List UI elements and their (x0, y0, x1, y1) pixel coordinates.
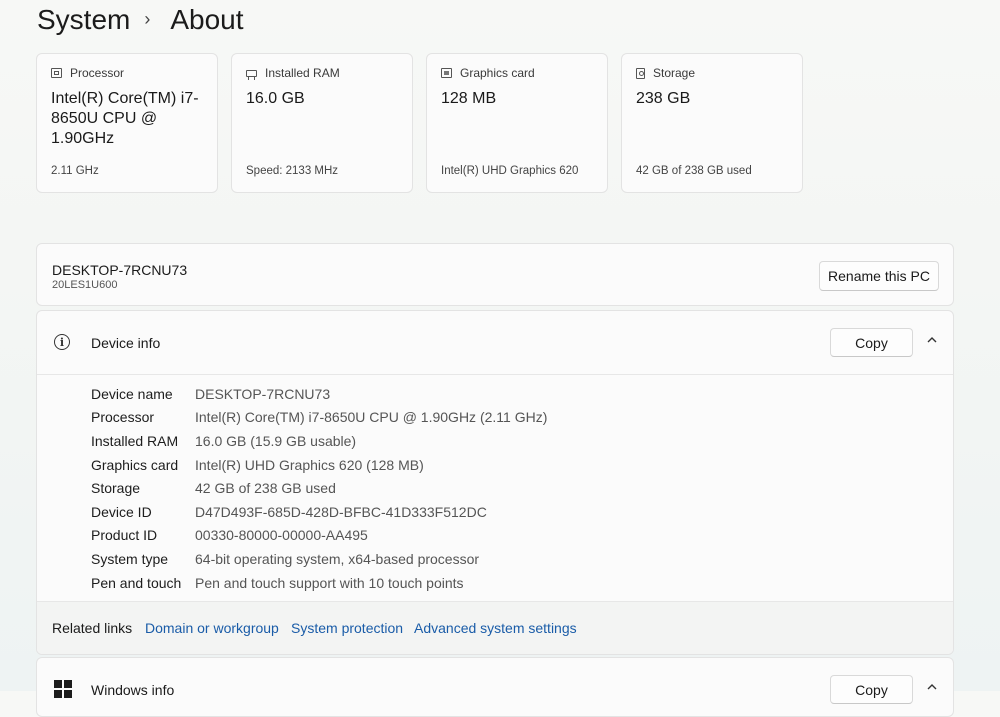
spec-value: Intel(R) UHD Graphics 620 (128 MB) (195, 456, 424, 473)
graphics-card-value: 128 MB (441, 90, 497, 107)
spec-value: Intel(R) Core(TM) i7-8650U CPU @ 1.90GHz… (195, 409, 548, 426)
pc-model: 20LES1U600 (52, 279, 118, 291)
spec-value: 42 GB of 238 GB used (195, 480, 336, 497)
spec-value: DESKTOP-7RCNU73 (195, 385, 331, 402)
processor-card-sub: 2.11 GHz (51, 165, 99, 177)
device-info-header[interactable]: i Device info Copy (37, 311, 953, 375)
spec-label: System type (91, 550, 169, 567)
processor-card-label: Processor (70, 66, 125, 80)
graphics-card-icon (441, 68, 452, 78)
graphics-card-sub: Intel(R) UHD Graphics 620 (441, 165, 579, 177)
spec-row-device-name: Device name DESKTOP-7RCNU73 (91, 382, 547, 406)
spec-row-pen-and-touch: Pen and touch Pen and touch support with … (91, 571, 547, 595)
device-spec-list: Device name DESKTOP-7RCNU73 Processor Inte… (91, 382, 547, 594)
device-info-title: Device info (91, 335, 161, 351)
spec-label: Graphics card (91, 456, 179, 473)
spec-row-storage: Storage 42 GB of 238 GB used (91, 476, 547, 500)
chevron-right-icon: › (144, 8, 151, 29)
windows-info-card[interactable]: Windows info Copy (36, 657, 954, 717)
device-info-card: i Device info Copy Device name DESKTOP-7R… (36, 310, 954, 655)
graphics-card-card: Graphics card 128 MB Intel(R) UHD Graphi… (426, 53, 608, 193)
spec-label: Pen and touch (91, 574, 182, 591)
storage-card: Storage 238 GB 42 GB of 238 GB used (621, 53, 803, 193)
page-title: About (170, 4, 244, 35)
system-protection-link[interactable]: System protection (291, 620, 403, 636)
spec-label: Device ID (91, 503, 152, 520)
storage-card-label: Storage (653, 66, 696, 80)
processor-icon (51, 68, 62, 78)
breadcrumb: System › About (37, 2, 244, 38)
breadcrumb-system[interactable]: System (37, 4, 130, 36)
related-links-label: Related links (52, 620, 133, 636)
spec-row-graphics-card: Graphics card Intel(R) UHD Graphics 620 (… (91, 453, 547, 477)
storage-card-sub: 42 GB of 238 GB used (636, 165, 752, 177)
spec-row-product-id: Product ID 00330-80000-00000-AA495 (91, 524, 547, 548)
ram-card-value: 16.0 GB (246, 90, 305, 107)
spec-row-system-type: System type 64-bit operating system, x64-… (91, 547, 547, 571)
spec-row-processor: Processor Intel(R) Core(TM) i7-8650U CPU … (91, 406, 547, 430)
processor-card-value: Intel(R) Core(TM) i7-8650U CPU @ 1.90GHz (51, 90, 199, 147)
rename-pc-button[interactable]: Rename this PC (819, 261, 939, 291)
chevron-up-icon[interactable] (925, 680, 939, 694)
spec-value: 64-bit operating system, x64-based proce… (195, 550, 480, 567)
ram-card: Installed RAM 16.0 GB Speed: 2133 MHz (231, 53, 413, 193)
advanced-system-settings-link[interactable]: Advanced system settings (414, 620, 577, 636)
spec-label: Processor (91, 409, 155, 426)
graphics-card-label: Graphics card (460, 66, 535, 80)
spec-label: Device name (91, 385, 173, 402)
spec-value: 00330-80000-00000-AA495 (195, 527, 368, 544)
spec-label: Storage (91, 480, 141, 497)
ram-card-label: Installed RAM (265, 66, 340, 80)
windows-info-title: Windows info (91, 682, 175, 698)
ram-icon (246, 69, 257, 79)
spec-row-installed-ram: Installed RAM 16.0 GB (15.9 GB usable) (91, 429, 547, 453)
pc-name: DESKTOP-7RCNU73 (52, 262, 188, 278)
storage-icon (636, 67, 645, 79)
ram-card-sub: Speed: 2133 MHz (246, 165, 339, 177)
domain-or-workgroup-link[interactable]: Domain or workgroup (145, 620, 279, 636)
spec-value: 16.0 GB (15.9 GB usable) (195, 432, 357, 449)
related-links-bar: Related links Domain or workgroup System… (37, 601, 953, 654)
spec-value: Pen and touch support with 10 touch poin… (195, 574, 464, 591)
copy-device-info-button[interactable]: Copy (830, 328, 913, 357)
storage-card-value: 238 GB (636, 90, 691, 107)
info-icon: i (54, 334, 70, 350)
pc-name-card: DESKTOP-7RCNU73 20LES1U600 Rename this P… (36, 243, 954, 306)
spec-label: Product ID (91, 527, 158, 544)
chevron-up-icon[interactable] (925, 333, 939, 347)
processor-card: Processor Intel(R) Core(TM) i7-8650U CPU… (36, 53, 218, 193)
spec-row-device-id: Device ID D47D493F-685D-428D-BFBC-41D333F… (91, 500, 547, 524)
spec-label: Installed RAM (91, 432, 179, 449)
copy-windows-info-button[interactable]: Copy (830, 675, 913, 704)
spec-value: D47D493F-685D-428D-BFBC-41D333F512DC (195, 503, 487, 520)
windows-logo-icon (54, 680, 72, 698)
